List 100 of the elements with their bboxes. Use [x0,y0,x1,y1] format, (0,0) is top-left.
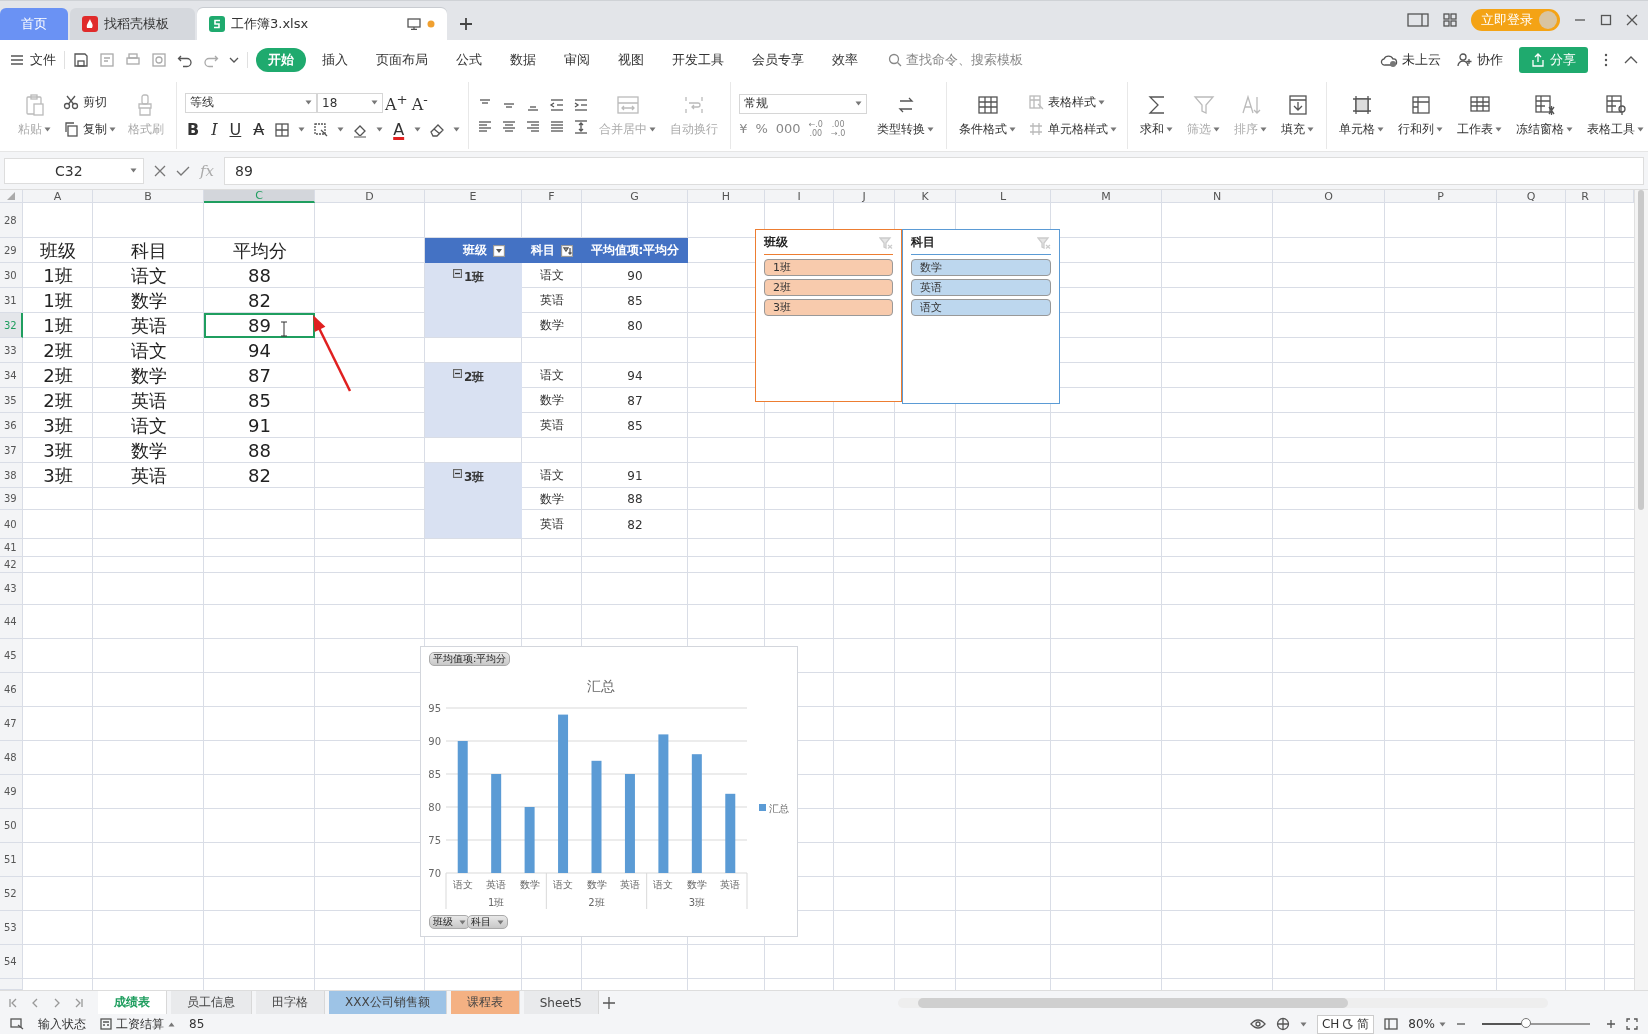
grow-font-button[interactable]: A$^{+}$ [383,91,410,115]
collapse-icon[interactable] [453,369,462,378]
name-box[interactable]: C32 [4,157,144,184]
align-center-icon[interactable] [501,118,518,135]
document-tab[interactable]: 找稻壳模板 [70,8,195,40]
number-format-button[interactable]: ¥ [739,121,748,136]
ribbon-tab[interactable]: 公式 [444,48,494,72]
ribbon-button[interactable]: 单元格 [1335,91,1389,140]
font-style-button[interactable]: B [185,120,202,140]
number-format-button[interactable]: % [755,121,768,136]
column-header[interactable]: P [1385,190,1497,203]
row-header[interactable]: 53 [0,911,23,945]
slicer-item[interactable]: 3班 [764,299,893,316]
column-header[interactable]: K [895,190,956,203]
sheet-tab[interactable]: 成绩表 [98,991,167,1014]
ribbon-button[interactable]: 填充 [1277,91,1319,140]
row-header[interactable]: 50 [0,809,23,843]
axis-field-button[interactable]: 科目 [467,915,508,929]
row-header[interactable]: 37 [0,438,23,463]
column-header[interactable]: F [522,190,582,203]
select-all-icon[interactable] [7,192,15,200]
filter-dropdown-icon[interactable] [492,244,505,257]
row-header[interactable]: 30 [0,263,23,288]
eye-icon[interactable] [1249,1018,1266,1030]
column-header[interactable]: J [834,190,895,203]
save-icon[interactable] [73,52,89,68]
value-field-button[interactable]: 平均值项:平均分 [429,652,511,666]
print-icon[interactable] [125,52,141,68]
ribbon-tab[interactable]: 视图 [606,48,656,72]
new-tab-icon[interactable] [459,17,473,31]
row-header[interactable]: 54 [0,945,23,979]
ribbon-tab[interactable]: 开发工具 [660,48,736,72]
ribbon-button[interactable]: 类型转换 [873,91,939,140]
maximize-icon[interactable] [1600,14,1612,26]
check-icon[interactable] [176,164,190,177]
collaborate-link[interactable]: 协作 [1457,51,1503,69]
column-header[interactable]: H [688,190,765,203]
justify-icon[interactable] [549,118,566,135]
row-header[interactable]: 43 [0,573,23,605]
axis-field-button[interactable]: 班级 [429,915,470,929]
column-header[interactable]: M [1051,190,1162,203]
last-sheet-icon[interactable] [74,997,84,1008]
column-header[interactable]: B [93,190,204,203]
column-header[interactable]: L [956,190,1051,203]
ribbon-button[interactable]: 复制 [61,118,118,140]
sheet-tab[interactable]: 课程表 [450,991,520,1014]
row-header[interactable]: 51 [0,843,23,877]
column-header[interactable]: Q [1497,190,1566,203]
cloud-status-link[interactable]: 未上云 [1380,51,1441,69]
row-header[interactable]: 36 [0,413,23,438]
sheet-tab[interactable]: XXX公司销售额 [329,991,447,1014]
ribbon-button[interactable]: 求和 [1136,91,1178,140]
zoom-menu[interactable]: 80% [1408,1017,1446,1031]
tablet-icon[interactable] [1407,12,1429,28]
more-icon[interactable] [1604,53,1608,67]
font-size-field[interactable]: 18 [317,93,383,113]
row-header[interactable]: 34 [0,363,23,388]
row-header[interactable]: 42 [0,557,23,573]
slicer-item[interactable]: 2班 [764,279,893,296]
row-header[interactable]: 29 [0,238,23,263]
cell-format-icon[interactable] [313,121,330,138]
ribbon-button[interactable]: 剪切 [61,91,118,113]
ribbon-tab[interactable]: 审阅 [552,48,602,72]
vertical-scrollbar[interactable] [1634,190,1648,990]
sort-dropdown-icon[interactable] [561,244,573,257]
decrease-indent-icon[interactable] [549,96,566,113]
row-header[interactable]: 49 [0,775,23,809]
chevron-down-icon[interactable] [229,56,239,64]
collapse-icon[interactable] [453,469,462,478]
column-header[interactable]: I [765,190,834,203]
column-header[interactable]: R [1566,190,1605,203]
font-color-button[interactable]: A [391,120,407,140]
row-header[interactable]: 39 [0,488,23,510]
sheet-tab[interactable]: 田字格 [256,991,325,1014]
cancel-icon[interactable] [154,164,166,177]
font-style-button[interactable]: U [227,120,244,140]
shrink-font-button[interactable]: A$^{-}$ [409,91,430,115]
slicer-item[interactable]: 数学 [911,259,1051,276]
search-field[interactable]: 查找命令、搜索模板 [888,51,1023,69]
next-sheet-icon[interactable] [52,997,62,1008]
slicer-item[interactable]: 1班 [764,259,893,276]
row-header[interactable]: 35 [0,388,23,413]
horizontal-scrollbar[interactable] [898,997,1548,1008]
ribbon-tab[interactable]: 插入 [310,48,360,72]
fullscreen-icon[interactable] [1626,1018,1638,1030]
normal-view-icon[interactable] [1384,1018,1399,1030]
slider-thumb[interactable] [1521,1018,1532,1028]
row-header[interactable]: 31 [0,288,23,313]
ribbon-button[interactable]: 条件格式 [955,91,1021,140]
input-method-indicator[interactable]: CH 简 [1316,1014,1375,1034]
decimal-button[interactable]: .00 →.0 [830,119,846,138]
column-header[interactable]: G [582,190,688,203]
row-header[interactable]: 47 [0,707,23,741]
column-header[interactable]: E [425,190,522,203]
zoom-in-icon[interactable] [1606,1019,1616,1029]
row-header[interactable]: 38 [0,463,23,488]
add-sheet-icon[interactable] [603,996,615,1009]
ribbon-button[interactable]: 工作表 [1453,91,1507,140]
column-header[interactable]: N [1162,190,1273,203]
collapse-icon[interactable] [453,269,462,278]
